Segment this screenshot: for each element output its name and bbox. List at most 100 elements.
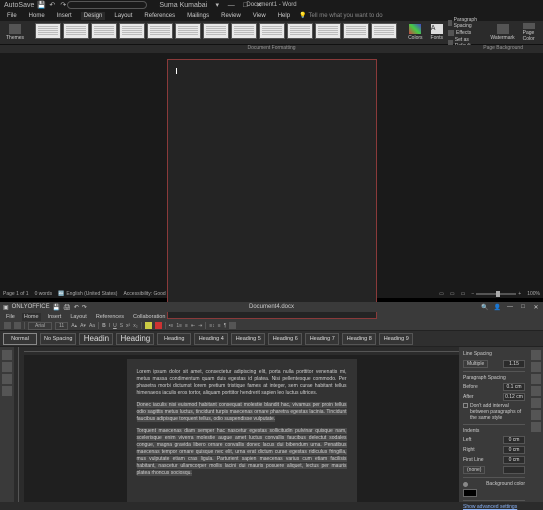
tab-home[interactable]: Home xyxy=(26,12,48,20)
word-page[interactable] xyxy=(167,59,377,319)
shrink-font-icon[interactable]: A▾ xyxy=(80,323,86,329)
style-set-thumb[interactable] xyxy=(231,23,257,39)
fonts-button[interactable]: AFonts xyxy=(428,23,447,42)
effects-button[interactable]: Effects xyxy=(448,30,479,36)
bullets-icon[interactable]: •≡ xyxy=(169,323,174,329)
feedback-icon[interactable] xyxy=(2,386,12,396)
italic-icon[interactable]: I xyxy=(109,323,110,329)
super-icon[interactable]: x² xyxy=(126,323,130,329)
page-color-button[interactable]: Page Color xyxy=(520,23,538,42)
redo-icon[interactable]: ↷ xyxy=(82,304,87,311)
font-color-icon[interactable] xyxy=(155,322,162,329)
style-set-thumb[interactable] xyxy=(91,23,117,39)
style-set-thumb[interactable] xyxy=(315,23,341,39)
style-set-thumb[interactable] xyxy=(119,23,145,39)
tab-references[interactable]: References xyxy=(141,12,178,20)
user-name[interactable]: Suma Kumabai xyxy=(159,2,207,9)
shape-tab-icon[interactable] xyxy=(531,398,541,408)
search-icon[interactable]: 🔍 xyxy=(481,304,488,311)
zoom-slider[interactable]: − + xyxy=(471,291,521,297)
minimize-icon[interactable]: — xyxy=(506,304,514,311)
style-heading6[interactable]: Heading 6 xyxy=(268,333,302,345)
horizontal-ruler[interactable] xyxy=(24,347,459,355)
oo-tab-layout[interactable]: Layout xyxy=(68,313,89,321)
word-canvas[interactable] xyxy=(0,53,543,290)
before-value[interactable]: 0.1 cm xyxy=(503,383,525,391)
save-icon[interactable]: 💾 xyxy=(37,1,45,9)
tab-review[interactable]: Review xyxy=(218,12,244,20)
oo-tab-collaboration[interactable]: Collaboration xyxy=(131,313,167,321)
style-set-thumb[interactable] xyxy=(287,23,313,39)
style-set-thumb[interactable] xyxy=(203,23,229,39)
oo-tab-file[interactable]: File xyxy=(4,313,17,321)
tab-help[interactable]: Help xyxy=(275,12,293,20)
dec-indent-icon[interactable]: ⇤ xyxy=(191,323,195,329)
style-heading8[interactable]: Heading 8 xyxy=(342,333,376,345)
style-heading4[interactable]: Heading 4 xyxy=(194,333,228,345)
chart-tab-icon[interactable] xyxy=(531,410,541,420)
tab-layout[interactable]: Layout xyxy=(111,12,135,20)
tab-mailings[interactable]: Mailings xyxy=(184,12,212,20)
shading-icon[interactable] xyxy=(229,322,236,329)
undo-icon[interactable]: ↶ xyxy=(74,304,79,311)
undo-icon[interactable]: ↶ xyxy=(48,1,56,9)
style-set-thumb[interactable] xyxy=(259,23,285,39)
colors-button[interactable]: Colors xyxy=(405,23,425,42)
minimize-icon[interactable]: — xyxy=(227,2,235,9)
style-heading2[interactable]: Heading xyxy=(116,333,154,345)
style-set-thumb[interactable] xyxy=(343,23,369,39)
indent-first-value[interactable]: 0 cm xyxy=(503,456,525,464)
paragraph-spacing-button[interactable]: Paragraph Spacing xyxy=(448,17,479,29)
search-input[interactable] xyxy=(67,1,147,9)
view-web-icon[interactable]: ▭ xyxy=(461,291,466,297)
textart-tab-icon[interactable] xyxy=(531,422,541,432)
comments-panel-icon[interactable] xyxy=(2,362,12,372)
oo-tab-insert[interactable]: Insert xyxy=(46,313,64,321)
indent-left-value[interactable]: 0 cm xyxy=(503,436,525,444)
strike-icon[interactable]: S xyxy=(120,323,123,329)
style-set-thumb[interactable] xyxy=(371,23,397,39)
line-spacing-mode[interactable]: Multiple xyxy=(463,360,488,368)
special-value[interactable] xyxy=(503,466,525,474)
paragraph-mark-icon[interactable]: ¶ xyxy=(224,323,227,329)
underline-icon[interactable]: U xyxy=(113,323,117,329)
paragraph-text[interactable]: Lorem ipsum dolor sit amet, consectetur … xyxy=(137,369,347,397)
style-heading1[interactable]: Headin xyxy=(79,333,113,345)
style-normal[interactable]: Normal xyxy=(3,333,37,345)
selected-text[interactable]: Torquent maecenas diam semper hac nascet… xyxy=(137,428,347,476)
special-select[interactable]: (none) xyxy=(463,466,485,474)
style-heading5[interactable]: Heading 5 xyxy=(231,333,265,345)
multilevel-icon[interactable]: ≡ xyxy=(185,323,188,329)
redo-icon[interactable]: ↷ xyxy=(59,1,67,9)
headings-panel-icon[interactable] xyxy=(2,374,12,384)
change-case-icon[interactable]: Aa xyxy=(89,323,95,329)
inc-indent-icon[interactable]: ⇥ xyxy=(198,323,202,329)
oo-canvas[interactable]: Lorem ipsum dolor sit amet, consectetur … xyxy=(24,355,459,502)
tab-file[interactable]: File xyxy=(4,12,20,20)
page-indicator[interactable]: Page 1 of 1 xyxy=(3,291,29,297)
tell-me[interactable]: 💡Tell me what you want to do xyxy=(299,12,383,19)
tab-insert[interactable]: Insert xyxy=(54,12,75,20)
oo-tab-home[interactable]: Home xyxy=(22,313,41,321)
style-heading7[interactable]: Heading 7 xyxy=(305,333,339,345)
style-set-thumb[interactable] xyxy=(175,23,201,39)
search-panel-icon[interactable] xyxy=(2,350,12,360)
linespacing-icon[interactable]: ≡↕ xyxy=(209,323,214,329)
close-icon[interactable]: ✕ xyxy=(532,304,540,311)
zoom-value[interactable]: 100% xyxy=(527,291,540,297)
line-spacing-value[interactable]: 1.15 xyxy=(503,360,525,368)
style-heading3[interactable]: Heading xyxy=(157,333,191,345)
grow-font-icon[interactable]: A▴ xyxy=(71,323,77,329)
autosave-toggle[interactable]: AutoSave xyxy=(4,2,34,9)
view-read-icon[interactable]: ▭ xyxy=(439,291,444,297)
after-value[interactable]: 0.12 cm xyxy=(503,393,525,401)
font-select[interactable]: Arial xyxy=(28,322,52,330)
print-icon[interactable]: 🖨 xyxy=(63,304,71,311)
themes-button[interactable]: Themes xyxy=(3,23,27,42)
copy-icon[interactable] xyxy=(4,322,11,329)
header-tab-icon[interactable] xyxy=(531,386,541,396)
vertical-ruler[interactable] xyxy=(14,347,24,502)
user-icon[interactable]: 👤 xyxy=(494,304,501,311)
page-borders-button[interactable]: Page Borders xyxy=(540,23,543,42)
tab-design[interactable]: Design xyxy=(81,12,106,20)
